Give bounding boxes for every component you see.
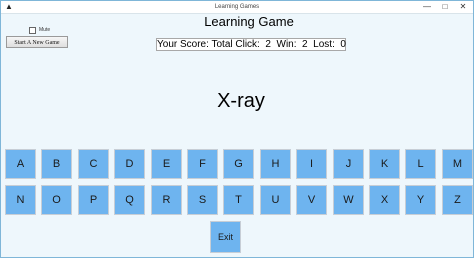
letter-key-j[interactable]: J bbox=[333, 149, 364, 179]
letter-key-p[interactable]: P bbox=[78, 185, 109, 215]
current-word: X-ray bbox=[217, 90, 265, 112]
app-window: ▲ Learning Games — □ ✕ Mute Start A New … bbox=[0, 0, 474, 258]
letter-key-s[interactable]: S bbox=[187, 185, 218, 215]
letter-key-z[interactable]: Z bbox=[442, 185, 473, 215]
game-area: Mute Start A New Game Learning Game Your… bbox=[1, 13, 473, 257]
mute-option[interactable]: Mute bbox=[29, 26, 50, 34]
letter-key-q[interactable]: Q bbox=[114, 185, 145, 215]
start-new-game-button[interactable]: Start A New Game bbox=[6, 36, 68, 48]
window-title: Learning Games bbox=[214, 4, 260, 10]
letter-key-v[interactable]: V bbox=[296, 185, 327, 215]
letter-key-w[interactable]: W bbox=[333, 185, 364, 215]
letter-key-y[interactable]: Y bbox=[405, 185, 436, 215]
letter-key-b[interactable]: B bbox=[41, 149, 72, 179]
letter-key-u[interactable]: U bbox=[260, 185, 291, 215]
letter-key-n[interactable]: N bbox=[5, 185, 36, 215]
letter-key-d[interactable]: D bbox=[114, 149, 145, 179]
minimize-icon[interactable]: — bbox=[420, 1, 434, 13]
letter-key-f[interactable]: F bbox=[187, 149, 218, 179]
close-icon[interactable]: ✕ bbox=[456, 1, 470, 13]
letter-key-g[interactable]: G bbox=[223, 149, 254, 179]
letter-key-t[interactable]: T bbox=[223, 185, 254, 215]
letter-key-h[interactable]: H bbox=[260, 149, 291, 179]
mute-label: Mute bbox=[39, 27, 51, 33]
exit-button[interactable]: Exit bbox=[210, 221, 241, 253]
letter-key-l[interactable]: L bbox=[405, 149, 436, 179]
letter-key-a[interactable]: A bbox=[5, 149, 36, 179]
letter-key-o[interactable]: O bbox=[41, 185, 72, 215]
letter-key-i[interactable]: I bbox=[296, 149, 327, 179]
mute-checkbox[interactable] bbox=[29, 26, 36, 34]
maximize-icon[interactable]: □ bbox=[438, 1, 452, 13]
score-display: Your Score: Total Click: 2 Win: 2 Lost: … bbox=[156, 38, 346, 51]
letter-key-x[interactable]: X bbox=[369, 185, 400, 215]
letter-key-r[interactable]: R bbox=[151, 185, 182, 215]
letter-key-e[interactable]: E bbox=[151, 149, 182, 179]
letter-key-m[interactable]: M bbox=[442, 149, 473, 179]
letter-key-c[interactable]: C bbox=[78, 149, 109, 179]
game-title: Learning Game bbox=[204, 14, 294, 29]
letter-key-k[interactable]: K bbox=[369, 149, 400, 179]
